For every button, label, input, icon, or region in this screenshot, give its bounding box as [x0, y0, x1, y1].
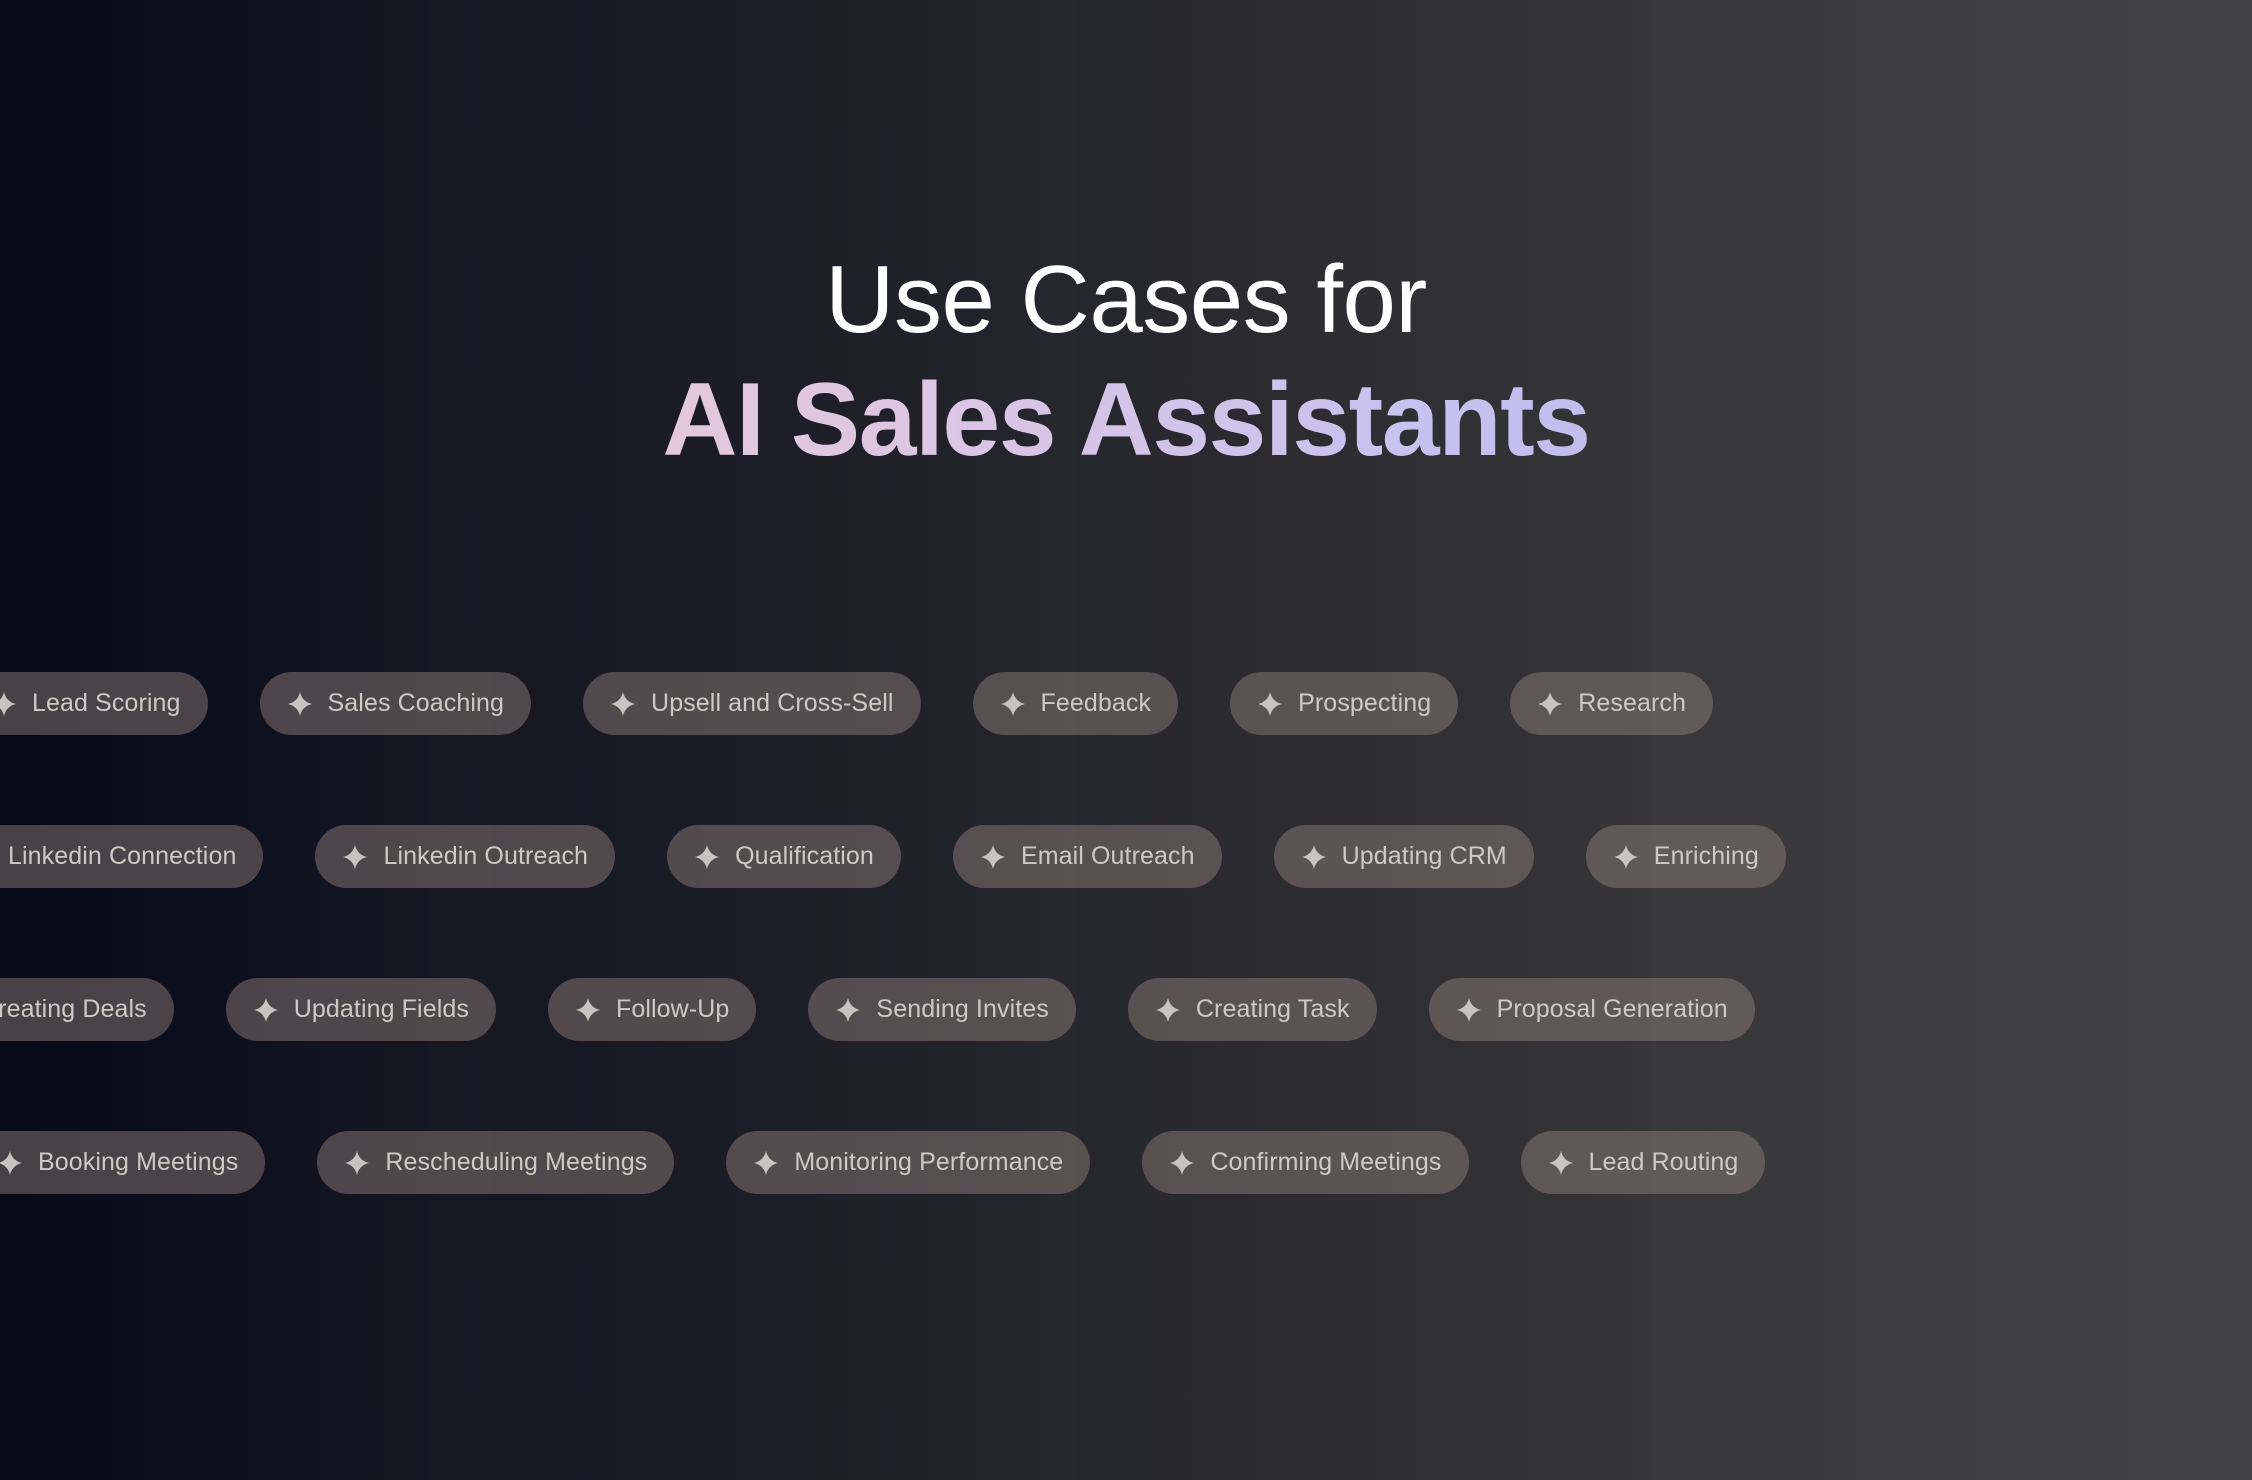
use-case-pill[interactable]: Lead Scoring [0, 672, 208, 735]
use-case-pill[interactable]: Creating Task [1127, 978, 1377, 1041]
sparkle-icon [1000, 691, 1026, 717]
use-case-pill-label: Email Outreach [1020, 842, 1195, 870]
use-case-pill-label: Creating Deals [0, 995, 147, 1023]
use-case-pill-row: Lead Scoring Sales Coaching Upsell and Cro… [0, 672, 2252, 735]
page-title: Use Cases for AI Sales Assistants [0, 246, 2252, 473]
use-case-pill[interactable]: Linkedin Outreach [315, 825, 616, 888]
use-case-pill-label: Monitoring Performance [794, 1148, 1064, 1176]
sparkle-icon [980, 844, 1006, 870]
pill-track[interactable]: Linkedin Connection Linkedin Outreach Qual… [0, 825, 1838, 888]
sparkle-icon [610, 691, 636, 717]
sparkle-icon [342, 844, 368, 870]
use-case-pill[interactable]: Sending Invites [808, 978, 1076, 1041]
sparkle-icon [753, 1150, 779, 1176]
sparkle-icon [0, 1150, 23, 1176]
use-case-pill-label: Rescheduling Meetings [385, 1148, 648, 1176]
use-case-pill[interactable]: Upsell and Cross-Sell [583, 672, 921, 735]
use-cases-hero: Use Cases for AI Sales Assistants Lead S… [0, 0, 2252, 1480]
use-case-pill[interactable]: Lead Routing [1520, 1131, 1766, 1194]
use-case-pill-label: Confirming Meetings [1210, 1148, 1442, 1176]
sparkle-icon [575, 997, 601, 1023]
use-case-pill[interactable]: Confirming Meetings [1142, 1131, 1469, 1194]
use-case-pill-row: Booking Meetings Rescheduling Meetings Mon… [0, 1131, 2252, 1194]
use-case-pill[interactable]: Email Outreach [952, 825, 1222, 888]
use-case-pill[interactable]: Research [1510, 672, 1714, 735]
use-case-pill[interactable]: Enriching [1585, 825, 1786, 888]
use-case-pill[interactable]: Proposal Generation [1428, 978, 1755, 1041]
use-case-pill-label: Sales Coaching [327, 689, 505, 717]
use-case-pill[interactable]: Monitoring Performance [726, 1131, 1091, 1194]
use-case-pill-label: Qualification [735, 842, 874, 870]
sparkle-icon [287, 691, 313, 717]
sparkle-icon [1169, 1150, 1195, 1176]
page-title-line-1: Use Cases for [825, 246, 1427, 353]
sparkle-icon [1613, 844, 1639, 870]
use-case-pill[interactable]: Updating CRM [1273, 825, 1534, 888]
use-case-pill-label: Upsell and Cross-Sell [651, 689, 894, 717]
sparkle-icon [835, 997, 861, 1023]
sparkle-icon [0, 691, 17, 717]
use-case-pill-label: Feedback [1040, 689, 1152, 717]
use-case-pill-label: Lead Routing [1588, 1148, 1739, 1176]
sparkle-icon [1456, 997, 1482, 1023]
sparkle-icon [1257, 691, 1283, 717]
use-case-pill[interactable]: Prospecting [1230, 672, 1459, 735]
pill-track[interactable]: Lead Scoring Sales Coaching Upsell and Cro… [0, 672, 1765, 735]
use-case-pill[interactable]: Follow-Up [547, 978, 757, 1041]
use-case-pill[interactable]: Qualification [667, 825, 901, 888]
use-case-pill-label: Updating Fields [293, 995, 469, 1023]
use-case-pill-label: Proposal Generation [1496, 995, 1728, 1023]
use-case-pill-label: Booking Meetings [38, 1148, 239, 1176]
pill-track[interactable]: Booking Meetings Rescheduling Meetings Mon… [0, 1131, 1817, 1194]
sparkle-icon [1537, 691, 1563, 717]
use-case-pill-label: Enriching [1653, 842, 1759, 870]
sparkle-icon [1301, 844, 1327, 870]
use-case-pill-label: Prospecting [1298, 689, 1432, 717]
sparkle-icon [694, 844, 720, 870]
sparkle-icon [1155, 997, 1181, 1023]
use-case-pill[interactable]: Creating Deals [0, 978, 174, 1041]
use-case-pill-label: Research [1578, 689, 1687, 717]
sparkle-icon [1548, 1150, 1574, 1176]
page-title-line-2: AI Sales Assistants [0, 368, 2252, 472]
use-case-pill[interactable]: Sales Coaching [259, 672, 532, 735]
use-case-pill-row: Linkedin Connection Linkedin Outreach Qual… [0, 825, 2252, 888]
use-case-pill[interactable]: Updating Fields [225, 978, 496, 1041]
use-case-pill[interactable]: Feedback [972, 672, 1179, 735]
sparkle-icon [253, 997, 279, 1023]
use-case-pill-label: Creating Task [1195, 995, 1350, 1023]
use-case-pill-label: Follow-Up [615, 995, 730, 1023]
use-case-pill-label: Linkedin Connection [8, 842, 237, 870]
use-case-pill[interactable]: Rescheduling Meetings [317, 1131, 675, 1194]
use-case-pill[interactable]: Booking Meetings [0, 1131, 266, 1194]
use-case-pill-label: Lead Scoring [32, 689, 181, 717]
use-case-pill[interactable]: Linkedin Connection [0, 825, 264, 888]
use-case-pill-rows: Lead Scoring Sales Coaching Upsell and Cro… [0, 672, 2252, 1194]
use-case-pill-label: Updating CRM [1341, 842, 1507, 870]
use-case-pill-label: Sending Invites [876, 995, 1049, 1023]
use-case-pill-row: Creating Deals Updating Fields Follow-Up Se… [0, 978, 2252, 1041]
use-case-pill-label: Linkedin Outreach [383, 842, 589, 870]
sparkle-icon [344, 1150, 370, 1176]
pill-track[interactable]: Creating Deals Updating Fields Follow-Up Se… [0, 978, 1807, 1041]
